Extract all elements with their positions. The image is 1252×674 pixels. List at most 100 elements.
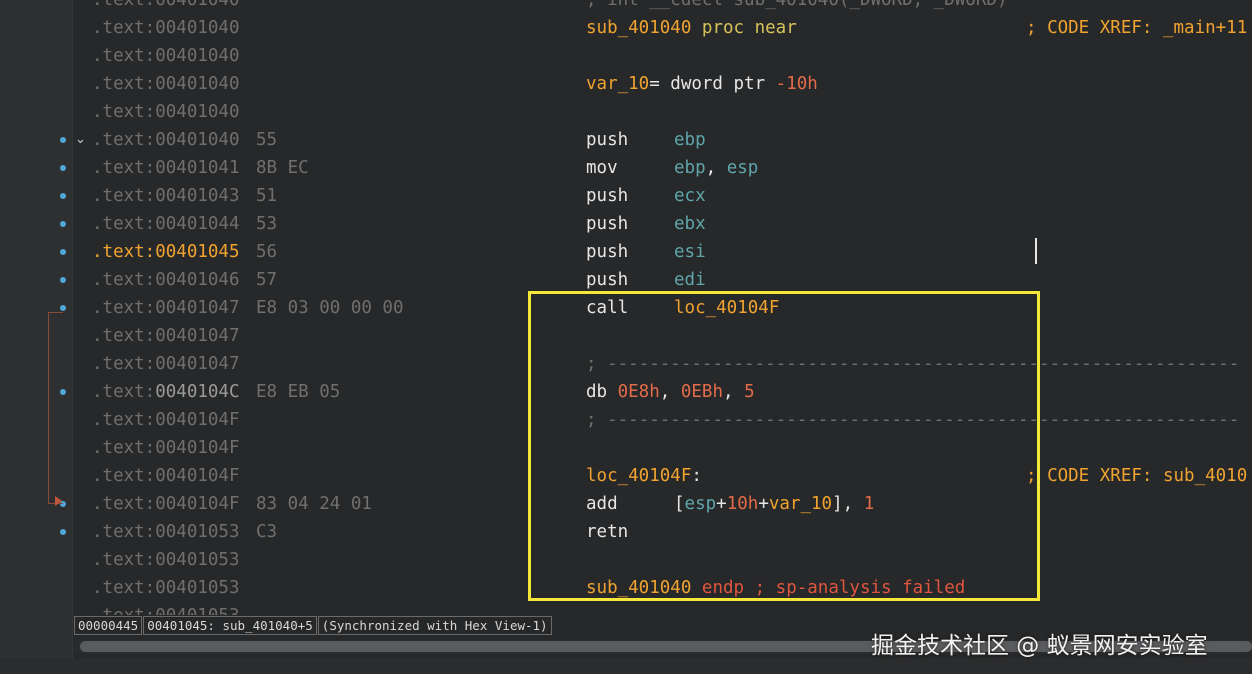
instruction[interactable]: var_10= dword ptr -10h [586,70,818,98]
line-address: .text:00401040 [92,0,240,14]
operand-token: proc near [701,18,797,38]
status-offset: 00000445 [74,616,143,635]
instruction[interactable]: push ebp [586,126,706,154]
segment-name: .text: [92,214,156,234]
operand-token: ; int __cdecl sub_401040(_DWORD, _DWORD) [586,0,1008,10]
address-value: 00401040 [155,130,240,150]
address-value: 0040104C [155,382,240,402]
segment-name: .text: [92,0,156,10]
mnemonic: push [586,242,629,262]
status-sync: (Synchronized with Hex View-1) [317,616,552,635]
operand-token [691,18,702,38]
line-address: .text:00401040 [92,70,240,98]
operand-token[interactable]: esi [674,242,706,262]
line-address: .text:00401040 [92,42,240,70]
instruction[interactable]: sub_401040 proc near [586,14,797,42]
segment-name: .text: [92,494,156,514]
segment-name: .text: [92,410,156,430]
line-address: .text:00401053 [92,518,240,546]
instruction[interactable]: push ebx [586,210,706,238]
line-address: .text:00401040 [92,98,240,126]
breakpoint-dot-icon[interactable] [60,249,66,255]
line-address: .text:00401040 [92,14,240,42]
segment-name: .text: [92,550,156,570]
segment-name: .text: [92,326,156,346]
listing-line[interactable]: .text:00401041 8B EC mov ebp, esp [0,154,1252,182]
jump-arrow-head-icon [55,496,62,506]
operand-token[interactable]: ebx [674,214,706,234]
operand-token[interactable]: sub_401040 [586,18,691,38]
segment-name: .text: [92,102,156,122]
instruction[interactable]: ; int __cdecl sub_401040(_DWORD, _DWORD) [586,0,1007,14]
segment-name: .text: [92,242,156,262]
operand-token[interactable]: ecx [674,186,706,206]
line-address: .text:00401041 [92,154,240,182]
listing-line[interactable]: .text:00401040 ; int __cdecl sub_401040(_… [0,0,1252,14]
listing-line[interactable]: .text:00401040 [0,98,1252,126]
instruction[interactable]: push edi [586,266,706,294]
opcode-bytes: 83 04 24 01 [256,494,372,514]
address-value: 00401053 [155,522,240,542]
address-value: 00401047 [155,326,240,346]
line-address: .text:00401047 [92,294,240,322]
listing-line[interactable]: .text:00401043 51 push ecx [0,182,1252,210]
collapse-chevron-icon[interactable]: ⌄ [75,126,89,154]
address-value: 00401047 [155,298,240,318]
opcode-bytes: 55 [256,130,278,150]
opcode-bytes: E8 03 00 00 00 [256,298,404,318]
segment-name: .text: [92,186,156,206]
line-address: .text:00401044 [92,210,240,238]
breakpoint-dot-icon[interactable] [60,193,66,199]
listing-line[interactable]: .text:00401046 57 push edi [0,266,1252,294]
listing-line[interactable]: .text:00401040 [0,42,1252,70]
listing-line[interactable]: ⌄ .text:00401040 55 push ebp [0,126,1252,154]
listing-line[interactable]: .text:00401045 56 push esi [0,238,1252,266]
segment-name: .text: [92,606,155,615]
operand-token: = dword ptr [649,74,776,94]
instruction[interactable]: push esi [586,238,706,266]
instruction[interactable]: push ecx [586,182,706,210]
status-bar: 00000445 00401045: sub_401040+5 (Synchroni… [74,616,553,636]
line-address: .text:00401043 [92,182,240,210]
line-address: .text:00401053 [92,602,240,615]
operand-token[interactable]: var_10 [586,74,649,94]
listing-line[interactable]: .text:00401053 [0,602,1252,615]
line-address: .text:0040104F [92,406,240,434]
text-caret [1035,238,1037,264]
segment-name: .text: [92,74,156,94]
opcode-bytes: 8B EC [256,158,309,178]
breakpoint-dot-icon[interactable] [60,165,66,171]
line-address: .text:0040104F [92,434,240,462]
opcode-bytes: 57 [256,270,278,290]
address-value: 00401047 [155,354,240,374]
breakpoint-dot-icon[interactable] [60,305,66,311]
listing-line[interactable]: .text:00401044 53 push ebx [0,210,1252,238]
mnemonic: push [586,130,629,150]
line-address: .text:0040104F [92,490,240,518]
xref-comment[interactable]: ; CODE XREF: _main+11 [1026,14,1247,42]
segment-name: .text: [92,18,156,38]
address-value: 00401053 [155,550,240,570]
address-value: 0040104F [155,438,240,458]
highlight-box [528,291,1040,601]
bottom-bar [0,658,1252,674]
breakpoint-dot-icon[interactable] [60,277,66,283]
address-value: 00401040 [155,0,240,10]
instruction[interactable]: mov ebp, esp [586,154,758,182]
operand-token[interactable]: ebp [674,158,706,178]
address-value: 00401044 [155,214,240,234]
operand-token[interactable]: edi [674,270,706,290]
xref-comment[interactable]: ; CODE XREF: sub_4010 [1026,462,1247,490]
line-address: .text:00401047 [92,350,240,378]
operand-token[interactable]: esp [727,158,759,178]
operand-token: -10h [775,74,818,94]
operand-token[interactable]: ebp [674,130,706,150]
breakpoint-dot-icon[interactable] [60,137,66,143]
segment-name: .text: [92,382,156,402]
listing-line[interactable]: .text:00401040 var_10= dword ptr -10h [0,70,1252,98]
breakpoint-dot-icon[interactable] [60,221,66,227]
listing-line[interactable]: .text:00401040 sub_401040 proc near ; CODE… [0,14,1252,42]
segment-name: .text: [92,578,156,598]
breakpoint-dot-icon[interactable] [60,529,66,535]
line-address: .text:0040104F [92,462,240,490]
